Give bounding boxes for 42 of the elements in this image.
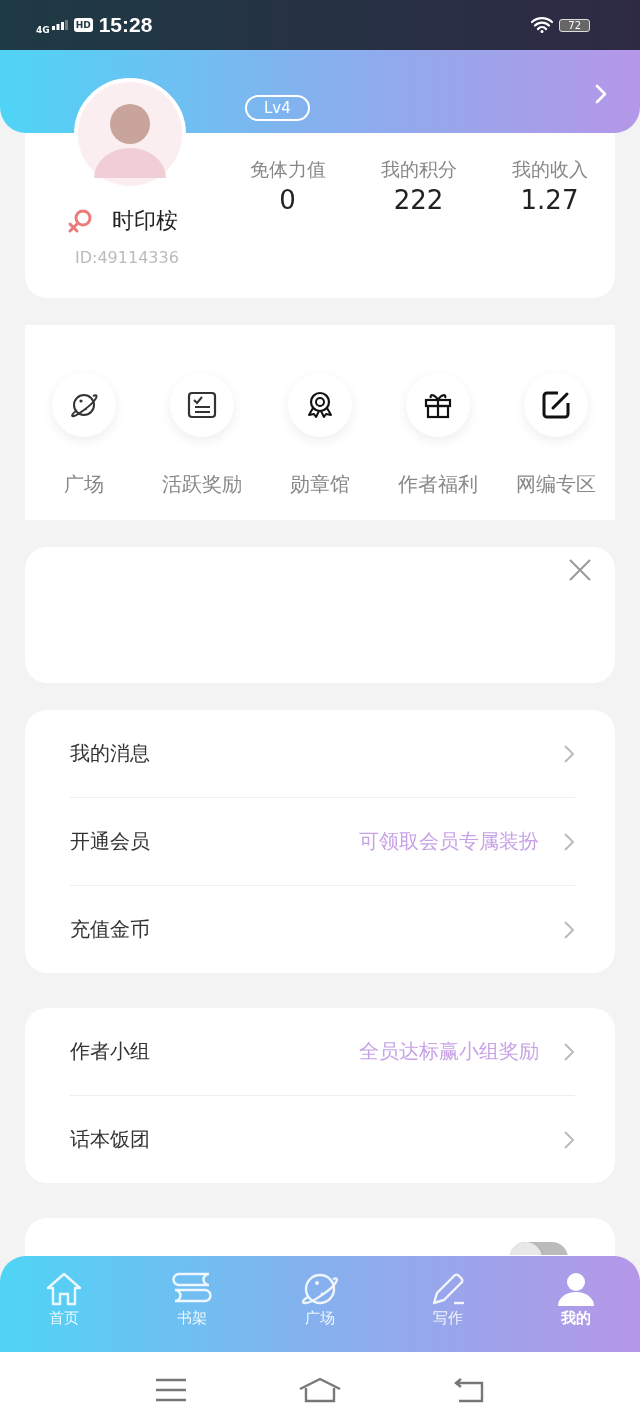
menu-item[interactable]: 作者小组 全员达标赢小组奖励 [70,1008,575,1095]
toggle-switch[interactable] [510,1242,568,1255]
planet-icon [300,1271,340,1307]
chevron-right-icon [563,831,575,852]
menu-item[interactable]: 话本饭团 [70,1095,575,1183]
level-badge: Lv4 [245,95,310,121]
close-icon[interactable] [568,558,592,582]
edit-icon [540,389,572,421]
signal-icon [51,20,68,30]
stat-label: 免体力值 [249,157,326,182]
stat-label: 我的积分 [380,157,457,182]
network-label: 4G [36,25,50,35]
shortcut-label: 广场 [64,471,104,498]
shortcut-label: 活跃奖励 [162,471,242,498]
chevron-right-icon [563,743,575,764]
chevron-right-icon [563,1041,575,1062]
menu-item[interactable]: 充值金币 [70,885,575,973]
chevron-right-icon [563,1129,575,1150]
user-id: ID:49114336 [75,248,180,267]
checklist-icon [186,389,218,421]
stat-value: 222 [393,185,444,215]
menu-item[interactable]: 我的消息 [70,710,575,797]
stat-value: 0 [279,185,296,215]
menu-item[interactable]: 开通会员 可领取会员专属装扮 [70,797,575,885]
chevron-right-icon [563,919,575,940]
stat-value: 1.27 [520,185,579,215]
shortcut-label: 勋章馆 [290,471,350,498]
user-icon [556,1271,596,1307]
hd-badge: HD [73,18,93,32]
user-name: 时印桉 [112,207,178,235]
female-icon [66,207,94,235]
wifi-icon [531,17,554,33]
home-icon[interactable] [298,1376,342,1403]
stat-label: 我的收入 [511,157,588,182]
shortcut-label: 作者福利 [398,471,478,498]
menu-icon[interactable] [155,1377,188,1402]
clock: 15:28 [98,13,153,37]
battery-indicator: 72 [559,18,590,32]
home-icon [44,1271,84,1307]
chevron-right-icon[interactable] [594,83,608,105]
back-icon[interactable] [452,1376,485,1403]
shortcut-label: 网编专区 [516,471,596,498]
